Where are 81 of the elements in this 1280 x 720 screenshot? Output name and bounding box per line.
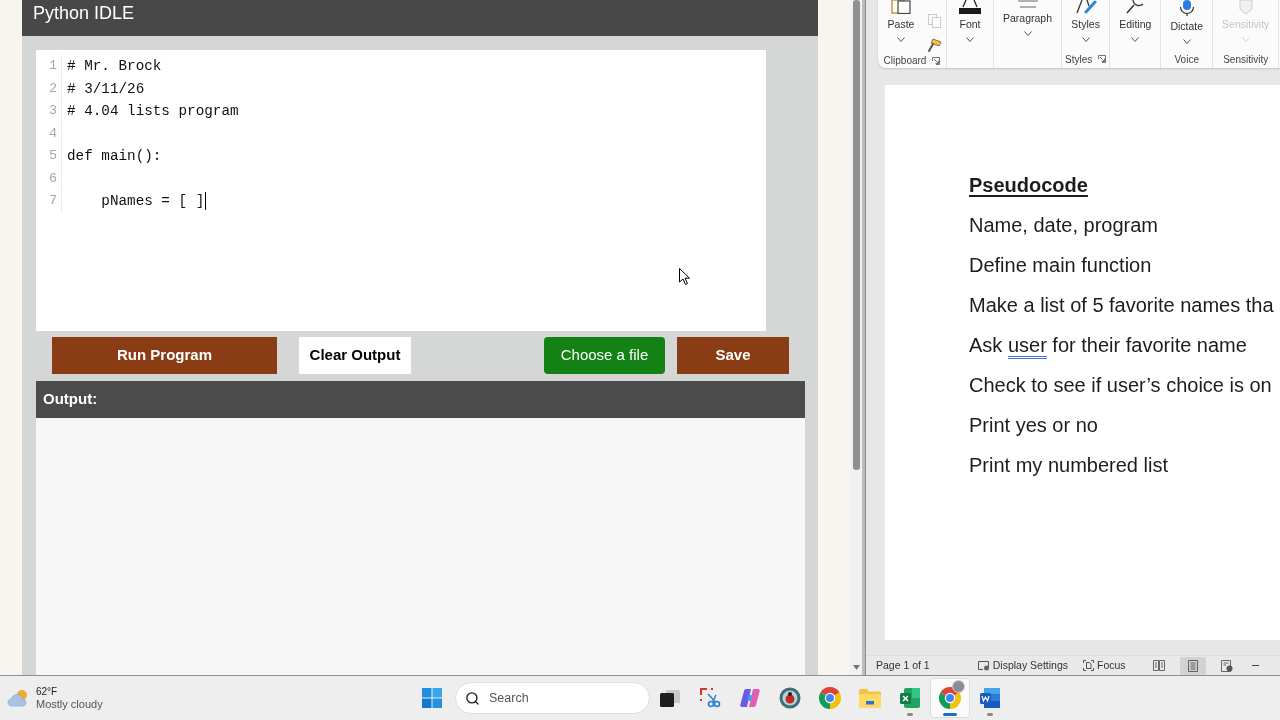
chevron-down-icon xyxy=(1131,37,1140,42)
focus-button[interactable]: Focus xyxy=(1083,657,1126,674)
spreadsheet-icon xyxy=(899,687,921,709)
document-paragraph: Define main function xyxy=(969,253,1152,277)
pointer-cursor-icon xyxy=(679,268,690,285)
document-paragraph: Ask user for their favorite name xyxy=(969,333,1247,357)
group-label: Styles xyxy=(1065,52,1093,67)
group-label: Clipboard xyxy=(883,54,927,68)
code-line: def main(): xyxy=(67,147,162,166)
document-paragraph: Make a list of 5 favorite names tha xyxy=(969,293,1274,317)
document-heading: Pseudocode xyxy=(969,173,1088,197)
search-field[interactable]: Search xyxy=(455,682,650,714)
line-number: 1 xyxy=(36,55,62,78)
font-color-icon xyxy=(957,0,983,14)
code-line: # Mr. Brock xyxy=(67,57,162,76)
focus-icon xyxy=(1083,660,1094,671)
weather-temperature: 62°F xyxy=(36,685,59,698)
scissors-icon xyxy=(699,687,721,709)
web-page-icon xyxy=(1220,659,1233,672)
document-paragraph: Name, date, program xyxy=(969,213,1158,237)
document-paragraph: Print my numbered list xyxy=(969,453,1168,477)
dictate-button[interactable]: Dictate xyxy=(1164,0,1210,44)
group-label: Sensitivity xyxy=(1223,52,1269,67)
view-button[interactable] xyxy=(1179,656,1206,675)
chevron-down-icon xyxy=(1241,37,1250,42)
paragraph-button[interactable]: Paragraph xyxy=(997,0,1059,36)
chevron-down-icon xyxy=(1182,39,1191,44)
line-number: 3 xyxy=(36,100,62,123)
chevron-down-icon xyxy=(966,37,974,42)
action-button[interactable]: Clear Output xyxy=(299,337,411,374)
dialog-launcher-icon[interactable] xyxy=(932,56,941,65)
line-number: 2 xyxy=(36,77,62,100)
group-label: Voice xyxy=(1174,52,1199,67)
document-app-icon xyxy=(979,687,1001,709)
line-number: 4 xyxy=(36,122,62,145)
microphone-icon xyxy=(1178,0,1195,16)
code-line: pNames = [ ] xyxy=(100,192,205,211)
page-icon xyxy=(1187,659,1198,672)
document-paragraph: Check to see if user’s choice is on xyxy=(969,373,1272,397)
copy-icon xyxy=(928,14,941,28)
line-number: 5 xyxy=(36,145,62,168)
overlapping-windows-icon xyxy=(659,688,681,708)
window-title: Python IDLE xyxy=(33,3,135,23)
action-button[interactable]: Choose a file xyxy=(544,337,665,374)
line-number: 7 xyxy=(36,190,62,213)
editing-button[interactable]: Editing xyxy=(1113,0,1158,42)
book-icon xyxy=(1152,660,1165,671)
browser-icon xyxy=(938,686,962,710)
line-number: 6 xyxy=(36,167,62,190)
action-button[interactable]: Save xyxy=(677,337,789,374)
dialog-launcher-icon[interactable] xyxy=(1098,55,1107,63)
monitor-gear-icon xyxy=(977,660,990,671)
scroll-down-icon[interactable] xyxy=(852,665,860,670)
search-icon xyxy=(465,690,480,706)
styles-button[interactable]: Styles xyxy=(1065,0,1106,42)
search-icon xyxy=(1125,0,1146,14)
scrollbar-thumb[interactable] xyxy=(852,0,860,470)
paintbrush-icon xyxy=(928,38,942,52)
code-editor[interactable]: 1 # Mr. Brock 2 # 3/11/26 3 # 4.04 lists program 4 5 def main(): 6 7 pNames = [ ] xyxy=(36,50,766,331)
document-paragraph: Print yes or no xyxy=(969,413,1098,437)
paste-button[interactable]: Paste xyxy=(881,0,921,42)
weather-condition: Mostly cloudy xyxy=(36,698,103,711)
chevron-down-icon xyxy=(1081,37,1090,42)
code-line: # 4.04 lists program xyxy=(67,102,239,121)
start-icon xyxy=(422,688,442,708)
search-input[interactable]: Search xyxy=(489,688,619,708)
pen-icon xyxy=(1074,0,1097,14)
chevron-down-icon xyxy=(1023,31,1032,36)
painter-button[interactable] xyxy=(927,37,943,53)
ladybug-icon xyxy=(779,687,801,709)
output-label: Output: xyxy=(43,389,98,410)
display-settings-button[interactable]: Display Settings xyxy=(977,657,1068,674)
font-button[interactable]: Font xyxy=(950,0,990,42)
action-button[interactable]: Run Program xyxy=(52,337,277,374)
code-line: # 3/11/26 xyxy=(67,79,145,99)
browser-icon xyxy=(818,686,842,710)
slanted-bars-logo-icon xyxy=(739,687,761,709)
page-count[interactable]: Page 1 of 1 xyxy=(876,657,930,674)
folder-icon xyxy=(858,688,882,708)
text-lines-icon xyxy=(1015,0,1040,8)
chevron-down-icon xyxy=(897,37,905,42)
